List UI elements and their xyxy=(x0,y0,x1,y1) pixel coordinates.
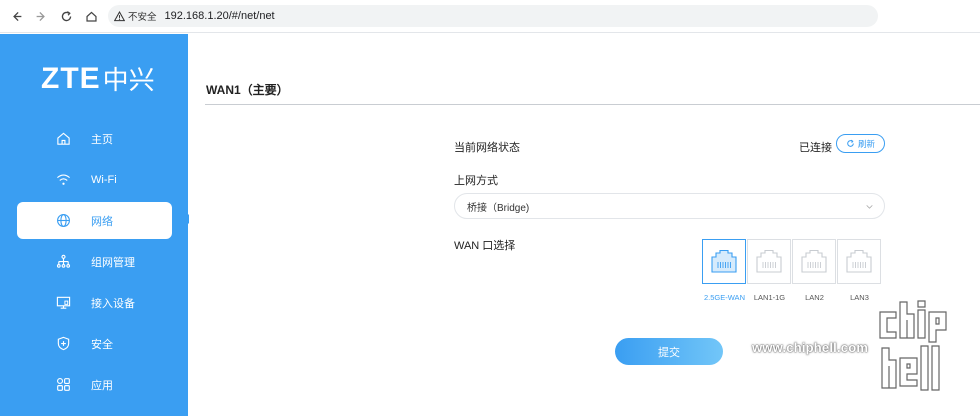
sidebar: ZTE 中兴 主页 Wi-Fi 网络 组网管理 接入设备 安全 应用 xyxy=(0,34,188,416)
wifi-icon xyxy=(57,174,70,185)
sidebar-item-label: 接入设备 xyxy=(91,297,135,310)
port-box[interactable] xyxy=(792,239,836,284)
warning-icon xyxy=(114,10,125,21)
port-option-lan3[interactable]: LAN3 xyxy=(837,239,882,302)
sidebar-item-label: 网络 xyxy=(91,215,113,228)
port-label: LAN1-1G xyxy=(753,293,786,302)
chiphell-logo-watermark xyxy=(879,300,947,391)
page-title: WAN1（主要） xyxy=(206,83,289,97)
port-label: 2.5GE-WAN xyxy=(704,293,745,302)
submit-button[interactable]: 提交 xyxy=(615,338,723,365)
home-icon xyxy=(57,132,70,145)
zte-logo: ZTE 中兴 xyxy=(41,60,155,97)
sidebar-item-label: 应用 xyxy=(91,379,113,392)
sidebar-item-label: 安全 xyxy=(91,338,113,351)
chevron-down-icon xyxy=(866,205,873,209)
connection-mode-value: 桥接（Bridge) xyxy=(467,202,530,214)
browser-toolbar: 不安全 192.168.1.20/#/net/net xyxy=(0,0,980,33)
port-box[interactable] xyxy=(837,239,881,284)
monitor-icon xyxy=(56,296,71,309)
network-tree-icon xyxy=(56,254,71,268)
sidebar-item-apps[interactable]: 应用 xyxy=(17,366,172,403)
sidebar-item-label: 组网管理 xyxy=(91,256,135,269)
shield-icon xyxy=(57,336,70,351)
reload-icon[interactable] xyxy=(55,5,77,27)
apps-grid-icon xyxy=(57,378,70,391)
ethernet-port-icon xyxy=(801,249,827,273)
globe-icon xyxy=(57,214,70,227)
refresh-label: 刷新 xyxy=(857,138,875,149)
sidebar-item-devices[interactable]: 接入设备 xyxy=(17,284,172,321)
sidebar-item-label: 主页 xyxy=(91,133,113,146)
ethernet-port-icon xyxy=(711,249,737,273)
security-label: 不安全 xyxy=(128,12,157,23)
security-indicator[interactable]: 不安全 xyxy=(114,9,157,23)
sidebar-item-security[interactable]: 安全 xyxy=(17,325,172,362)
watermark-text: www.chiphell.com xyxy=(752,340,869,355)
logo-text: ZTE xyxy=(41,61,101,95)
network-status-value: 已连接 xyxy=(799,142,832,154)
forward-icon[interactable] xyxy=(30,5,52,27)
port-option-2.5ge-wan[interactable]: 2.5GE-WAN xyxy=(702,239,747,302)
sidebar-item-home[interactable]: 主页 xyxy=(17,120,172,157)
connection-mode-label: 上网方式 xyxy=(454,175,498,187)
port-option-lan1-1g[interactable]: LAN1-1G xyxy=(747,239,792,302)
sidebar-item-mesh[interactable]: 组网管理 xyxy=(17,243,172,280)
wan-port-options: 2.5GE-WAN LAN1-1G LAN2 LAN3 xyxy=(702,239,882,302)
port-label: LAN2 xyxy=(805,293,824,302)
back-icon[interactable] xyxy=(5,5,27,27)
wan-port-label: WAN 口选择 xyxy=(454,240,516,252)
logo-cn-text: 中兴 xyxy=(102,65,155,95)
home-page-icon[interactable] xyxy=(80,5,102,27)
port-option-lan2[interactable]: LAN2 xyxy=(792,239,837,302)
sidebar-item-network[interactable]: 网络 xyxy=(17,202,172,239)
sidebar-item-wifi[interactable]: Wi-Fi xyxy=(17,161,172,198)
refresh-button[interactable]: 刷新 xyxy=(836,134,885,153)
address-bar[interactable]: 不安全 192.168.1.20/#/net/net xyxy=(108,5,878,27)
network-status-label: 当前网络状态 xyxy=(454,142,520,154)
port-box[interactable] xyxy=(702,239,746,284)
sidebar-item-label: Wi-Fi xyxy=(91,173,117,186)
ethernet-port-icon xyxy=(756,249,782,273)
url-text[interactable]: 192.168.1.20/#/net/net xyxy=(165,10,275,22)
ethernet-port-icon xyxy=(846,249,872,273)
title-divider xyxy=(205,104,980,105)
main-content: WAN1（主要） 当前网络状态 已连接 刷新 上网方式 桥接（Bridge) W… xyxy=(189,34,980,416)
refresh-icon xyxy=(847,139,854,147)
sidebar-menu: 主页 Wi-Fi 网络 组网管理 接入设备 安全 应用 xyxy=(17,120,172,407)
port-box[interactable] xyxy=(747,239,791,284)
connection-mode-select[interactable]: 桥接（Bridge) xyxy=(454,193,885,219)
